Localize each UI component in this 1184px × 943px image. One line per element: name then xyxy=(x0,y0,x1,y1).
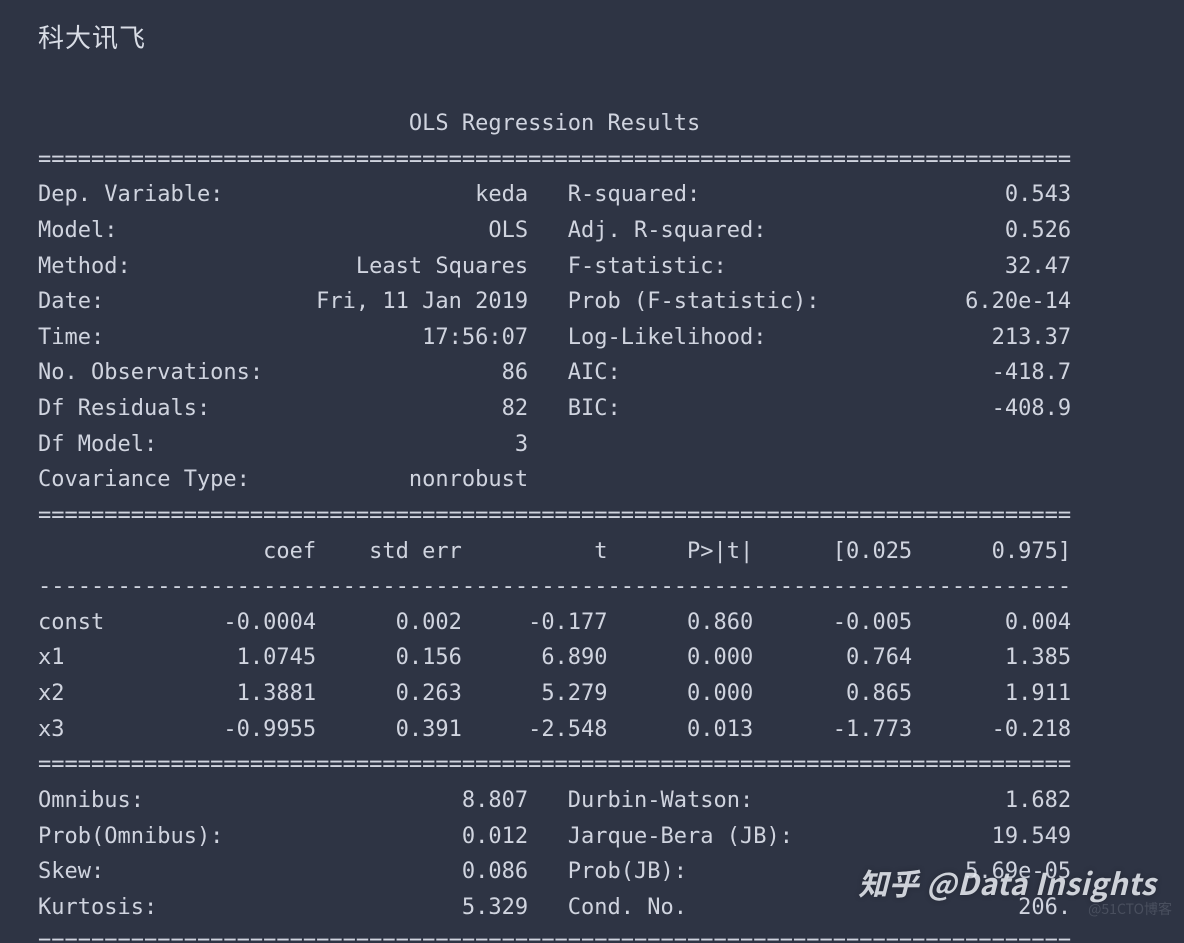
ols-report-block: OLS Regression Results =================… xyxy=(38,106,1146,943)
page-heading: 科大讯飞 xyxy=(38,18,1146,60)
